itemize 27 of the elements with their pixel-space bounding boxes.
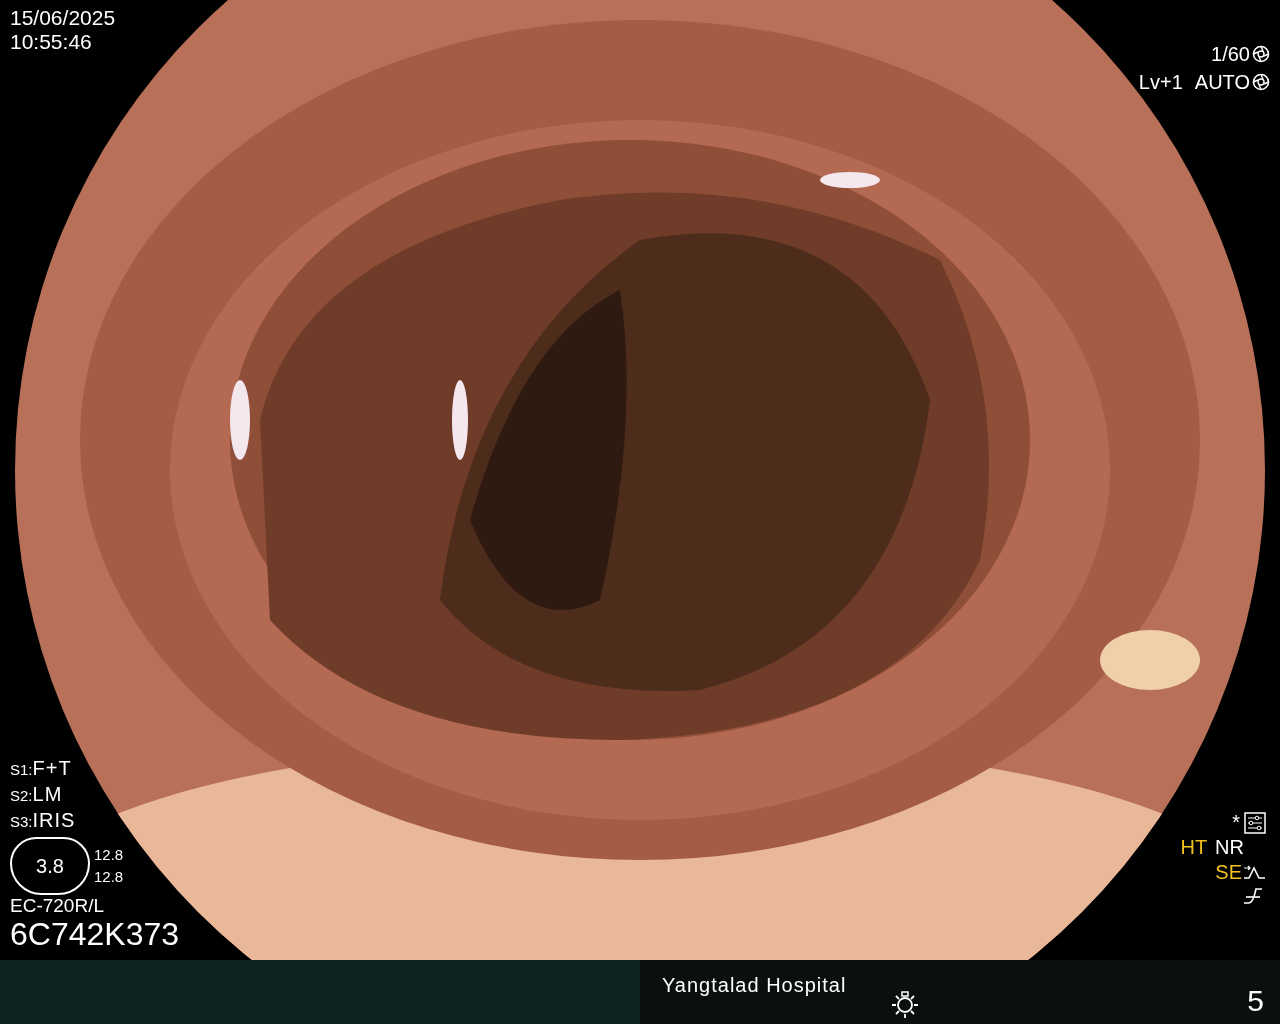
mode-indicator: SE xyxy=(1215,860,1242,885)
shutter-speed: 1/60 xyxy=(1211,42,1250,67)
brightness-level: Lv+1 xyxy=(1138,70,1183,95)
sliders-icon xyxy=(1244,811,1266,834)
zoom-reading: 12.8 xyxy=(94,845,124,865)
zoom-value: 3.8 xyxy=(36,853,64,879)
hospital-name: Yangtalad Hospital xyxy=(662,973,847,998)
switch-function: F+T xyxy=(32,756,72,781)
date-text: 15/06/2025 xyxy=(10,6,116,30)
time-text: 10:55:46 xyxy=(10,30,93,54)
switch-label: S3: xyxy=(10,812,33,832)
shutter-icon xyxy=(1252,45,1270,63)
asterisk-mark: * xyxy=(1232,810,1240,835)
mode-indicator: NR xyxy=(1215,835,1244,860)
zoom-reading: 12.8 xyxy=(94,867,124,887)
switch-label: S2: xyxy=(10,786,33,806)
exposure-mode: AUTO xyxy=(1194,70,1250,95)
switch-function: IRIS xyxy=(32,808,76,833)
scope-model: EC-720R/L xyxy=(10,895,105,917)
scope-serial: 6C742K373 xyxy=(10,917,180,951)
iris-icon xyxy=(1252,73,1270,91)
page-number: 5 xyxy=(1247,984,1264,1018)
mode-indicator: HT xyxy=(1180,835,1208,860)
switch-label: S1: xyxy=(10,760,33,780)
lamp-icon xyxy=(890,990,920,1020)
contrast-curve-icon xyxy=(1242,885,1264,907)
switch-function: LM xyxy=(32,782,63,807)
